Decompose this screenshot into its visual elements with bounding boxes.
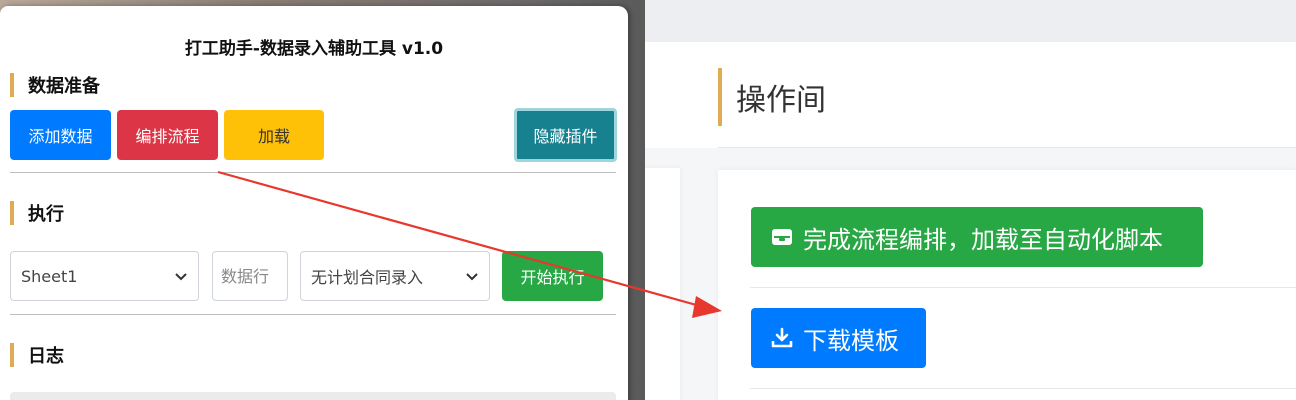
hide-plugin-button[interactable]: 隐藏插件 (514, 108, 617, 162)
divider (750, 287, 1296, 288)
inbox-tray-icon (772, 229, 792, 245)
finish-orchestration-button[interactable]: 完成流程编排，加载至自动化脚本 (751, 207, 1203, 267)
operation-section-title: 操作间 (718, 68, 826, 126)
download-template-label: 下载模板 (803, 326, 899, 355)
section-divider (10, 172, 616, 173)
load-button[interactable]: 加载 (224, 110, 324, 160)
add-data-button[interactable]: 添加数据 (10, 110, 111, 160)
section-title-execute: 执行 (10, 201, 64, 225)
section-title-log: 日志 (10, 343, 64, 367)
divider (718, 147, 1296, 148)
panel-title: 打工助手-数据录入辅助工具 v1.0 (184, 39, 444, 59)
download-icon (771, 327, 793, 348)
data-row-input[interactable] (212, 251, 288, 301)
mode-select[interactable]: 无计划合同录入 (300, 251, 490, 301)
chevron-down-icon (175, 273, 187, 281)
sheet-select-value: Sheet1 (21, 266, 78, 286)
start-execution-button[interactable]: 开始执行 (502, 251, 603, 301)
section-title-prepare: 数据准备 (10, 73, 100, 97)
chevron-down-icon (466, 273, 478, 281)
divider (750, 388, 1296, 389)
sheet-select[interactable]: Sheet1 (10, 251, 199, 301)
mode-select-value: 无计划合同录入 (311, 268, 424, 287)
download-template-button[interactable]: 下载模板 (751, 308, 926, 368)
section-divider (10, 314, 616, 315)
finish-orchestration-label: 完成流程编排，加载至自动化脚本 (803, 225, 1163, 254)
plugin-panel: 打工助手-数据录入辅助工具 v1.0 数据准备 添加数据 编排流程 加载 隐藏插… (0, 6, 628, 400)
log-area (10, 392, 616, 400)
orchestrate-flow-button[interactable]: 编排流程 (117, 110, 218, 160)
